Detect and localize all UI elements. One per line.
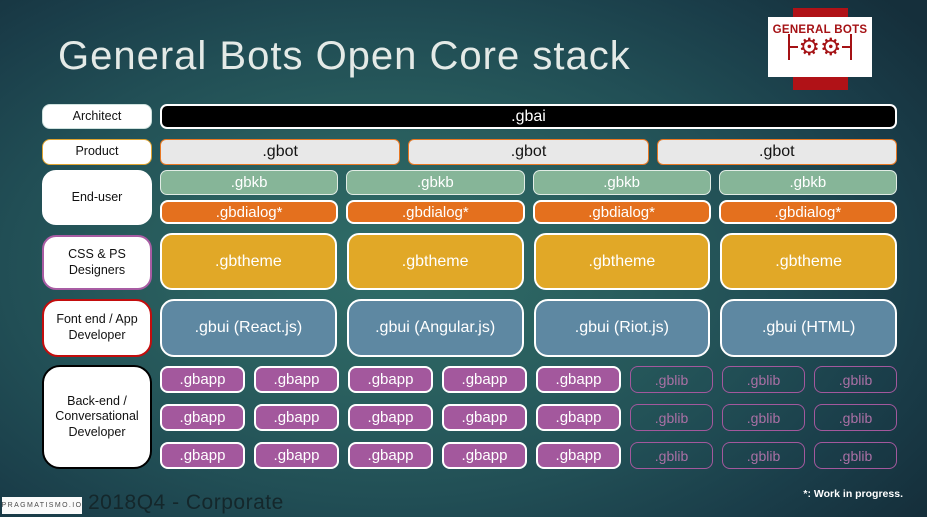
gbapp-box: .gbapp xyxy=(442,442,527,469)
gbui-box: .gbui (HTML) xyxy=(720,299,897,357)
gbkb-box: .gbkb xyxy=(532,170,711,195)
gbapp-box: .gbapp xyxy=(348,442,433,469)
gbdialog-box: .gbdialog* xyxy=(346,200,525,224)
gblib-box: .gblib xyxy=(814,404,897,431)
gbapp-box: .gbapp xyxy=(442,366,527,393)
gbapp-box: .gbapp xyxy=(160,404,245,431)
gblib-box: .gblib xyxy=(722,366,805,393)
gear-icon: ⚙ xyxy=(798,33,820,61)
layer-frontend: .gbui (React.js) .gbui (Angular.js) .gbu… xyxy=(160,299,897,357)
gbapp-box: .gbapp xyxy=(160,366,245,393)
gbdialog-box: .gbdialog* xyxy=(160,200,339,224)
gbui-box: .gbui (Angular.js) xyxy=(346,299,524,357)
gear-right-line-icon xyxy=(841,45,850,49)
gbdialog-box: .gbdialog* xyxy=(532,200,711,224)
role-label-backend-developer: Back-end / Conversational Developer xyxy=(42,365,152,469)
gbot-box: .gbot xyxy=(408,139,649,165)
gbkb-box: .gbkb xyxy=(160,170,339,195)
gbapp-box: .gbapp xyxy=(348,366,433,393)
gbtheme-box: .gbtheme xyxy=(346,233,524,290)
gbtheme-box: .gbtheme xyxy=(720,233,897,290)
gbapp-box: .gbapp xyxy=(254,404,339,431)
gbapp-box: .gbapp xyxy=(442,404,527,431)
work-in-progress-footnote: *: Work in progress. xyxy=(803,488,903,500)
layer-end-user-dialog: .gbdialog* .gbdialog* .gbdialog* .gbdial… xyxy=(160,200,897,224)
gbapp-box: .gbapp xyxy=(254,442,339,469)
gbtheme-box: .gbtheme xyxy=(533,233,711,290)
gbtheme-box: .gbtheme xyxy=(160,233,337,290)
gbkb-box: .gbkb xyxy=(718,170,897,195)
gbapp-box: .gbapp xyxy=(536,404,621,431)
pragmatismo-logo: PRAGMATISMO.IO xyxy=(2,497,82,514)
layer-product: .gbot .gbot .gbot xyxy=(160,139,897,165)
gbot-box: .gbot xyxy=(160,139,401,165)
layer-architect: .gbai xyxy=(160,104,897,129)
slide-background: General Bots Open Core stack GENERAL BOT… xyxy=(0,0,927,517)
gbdialog-box: .gbdialog* xyxy=(718,200,897,224)
slide-caption: 2018Q4 - Corporate xyxy=(88,491,284,514)
gear-icon: ⚙ xyxy=(820,33,842,61)
gbapp-box: .gbapp xyxy=(348,404,433,431)
gblib-box: .gblib xyxy=(630,366,713,393)
gear-left-line-icon xyxy=(790,45,799,49)
gblib-box: .gblib xyxy=(814,442,897,469)
page-title: General Bots Open Core stack xyxy=(58,34,631,78)
gblib-box: .gblib xyxy=(722,442,805,469)
layer-designers: .gbtheme .gbtheme .gbtheme .gbtheme xyxy=(160,233,897,290)
gbapp-box: .gbapp xyxy=(536,442,621,469)
layer-backend-row-3: .gbapp .gbapp .gbapp .gbapp .gbapp .gbli… xyxy=(160,442,897,469)
layer-backend-row-1: .gbapp .gbapp .gbapp .gbapp .gbapp .gbli… xyxy=(160,366,897,393)
gbai-box: .gbai xyxy=(160,104,897,129)
role-label-end-user: End-user xyxy=(42,170,152,225)
role-label-frontend-developer: Font end / App Developer xyxy=(42,299,152,357)
role-label-architect: Architect xyxy=(42,104,152,129)
gbapp-box: .gbapp xyxy=(254,366,339,393)
layer-end-user-kb: .gbkb .gbkb .gbkb .gbkb xyxy=(160,170,897,195)
gbui-box: .gbui (Riot.js) xyxy=(533,299,711,357)
gbui-box: .gbui (React.js) xyxy=(160,299,337,357)
gears-icon: ⚙ ⚙ xyxy=(787,33,853,61)
gbapp-box: .gbapp xyxy=(536,366,621,393)
gblib-box: .gblib xyxy=(814,366,897,393)
gbot-box: .gbot xyxy=(656,139,897,165)
gear-right-bar-icon xyxy=(849,34,853,60)
gblib-box: .gblib xyxy=(722,404,805,431)
general-bots-logo: GENERAL BOTS ⚙ ⚙ xyxy=(768,17,872,77)
gblib-box: .gblib xyxy=(630,442,713,469)
role-label-product: Product xyxy=(42,139,152,165)
gbapp-box: .gbapp xyxy=(160,442,245,469)
role-label-designers: CSS & PS Designers xyxy=(42,235,152,290)
gblib-box: .gblib xyxy=(630,404,713,431)
gbkb-box: .gbkb xyxy=(346,170,525,195)
layer-backend-row-2: .gbapp .gbapp .gbapp .gbapp .gbapp .gbli… xyxy=(160,404,897,431)
